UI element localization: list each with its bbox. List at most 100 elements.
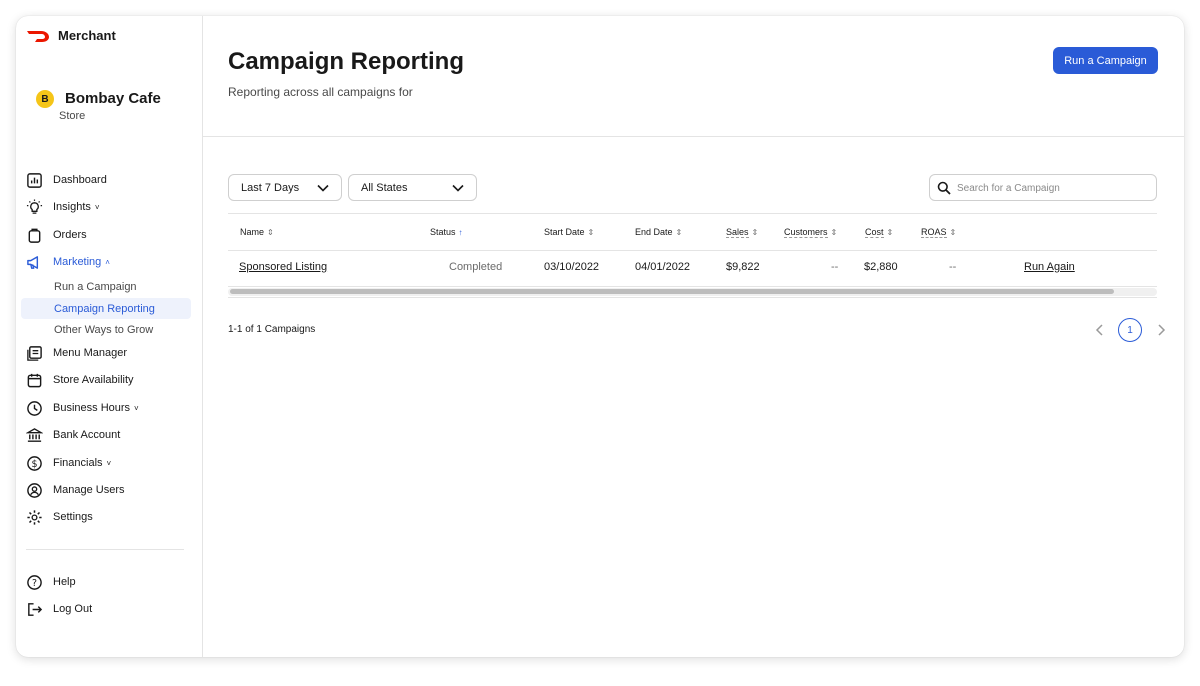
sidebar-item-label: Financials bbox=[53, 457, 103, 469]
sidebar-subitem-other-ways-to-grow[interactable]: Other Ways to Grow bbox=[21, 319, 191, 340]
dashboard-icon bbox=[27, 172, 42, 188]
state-select[interactable]: All States bbox=[348, 174, 477, 201]
column-header-status[interactable]: Status ↑ bbox=[430, 227, 463, 237]
sort-icon: ⇕ bbox=[949, 228, 957, 237]
header-divider bbox=[203, 136, 1184, 137]
column-header-cost[interactable]: Cost ⇕ bbox=[865, 227, 894, 238]
sort-icon: ⇕ bbox=[675, 228, 683, 237]
sidebar: Merchant B Bombay Cafe Store Dashboard I… bbox=[16, 16, 203, 657]
sort-ascending-icon: ↑ bbox=[458, 228, 463, 237]
bank-icon bbox=[26, 427, 43, 442]
chevron-down-icon: ˅ bbox=[134, 403, 139, 413]
lightbulb-icon bbox=[26, 198, 43, 214]
user-circle-icon bbox=[27, 482, 42, 498]
sidebar-item-label: Settings bbox=[53, 511, 93, 523]
sidebar-item-business-hours[interactable]: Business Hours ˅ bbox=[26, 397, 139, 419]
chevron-left-icon[interactable] bbox=[1093, 321, 1107, 339]
dollar-circle-icon: $ bbox=[27, 455, 42, 471]
run-a-campaign-button[interactable]: Run a Campaign bbox=[1053, 47, 1158, 74]
sidebar-item-label: Log Out bbox=[53, 603, 93, 615]
svg-text:$: $ bbox=[31, 458, 37, 469]
sidebar-item-label: Orders bbox=[53, 229, 87, 241]
campaign-customers: -- bbox=[831, 261, 839, 273]
doordash-logo-icon bbox=[27, 30, 49, 42]
horizontal-scrollbar[interactable] bbox=[228, 288, 1157, 296]
help-icon: ? bbox=[27, 574, 42, 590]
brand-name: Merchant bbox=[58, 28, 116, 43]
campaign-status: Completed bbox=[449, 261, 503, 273]
chevron-up-icon: ˄ bbox=[105, 257, 110, 267]
sidebar-item-settings[interactable]: Settings bbox=[26, 506, 93, 528]
sort-icon: ⇕ bbox=[751, 228, 759, 237]
campaign-start-date: 03/10/2022 bbox=[544, 261, 600, 273]
column-header-name[interactable]: Name ⇕ bbox=[240, 227, 274, 237]
sidebar-item-orders[interactable]: Orders bbox=[26, 224, 87, 246]
pagination-page-button[interactable]: 1 bbox=[1118, 318, 1142, 342]
sidebar-item-label: Manage Users bbox=[53, 484, 125, 496]
state-value: All States bbox=[361, 181, 408, 194]
menu-book-icon bbox=[27, 345, 42, 361]
calendar-icon bbox=[27, 373, 42, 387]
column-header-start-date[interactable]: Start Date ⇕ bbox=[544, 227, 594, 237]
sidebar-item-store-availability[interactable]: Store Availability bbox=[26, 369, 134, 391]
pagination-summary: 1-1 of 1 Campaigns bbox=[228, 324, 316, 335]
date-range-value: Last 7 Days bbox=[241, 181, 300, 194]
sort-icon: ⇕ bbox=[886, 228, 894, 237]
sidebar-subitem-campaign-reporting[interactable]: Campaign Reporting bbox=[21, 298, 191, 319]
campaign-cost: $2,880 bbox=[864, 261, 898, 273]
sidebar-divider bbox=[26, 549, 184, 550]
column-header-sales[interactable]: Sales ⇕ bbox=[726, 227, 759, 238]
column-header-roas[interactable]: ROAS ⇕ bbox=[921, 227, 957, 238]
sidebar-item-marketing[interactable]: Marketing ˄ bbox=[26, 251, 110, 273]
campaign-sales: $9,822 bbox=[726, 261, 760, 273]
search-input[interactable] bbox=[957, 179, 1147, 197]
sidebar-item-financials[interactable]: $ Financials ˅ bbox=[26, 452, 111, 474]
megaphone-icon bbox=[27, 255, 39, 269]
page-subtitle: Reporting across all campaigns for bbox=[228, 85, 413, 99]
campaign-name-link[interactable]: Sponsored Listing bbox=[239, 261, 327, 273]
sidebar-item-log-out[interactable]: Log Out bbox=[26, 598, 92, 620]
clock-icon bbox=[27, 400, 42, 416]
sidebar-item-help[interactable]: ? Help bbox=[26, 571, 76, 593]
orders-bag-icon bbox=[28, 228, 41, 243]
search-icon bbox=[937, 181, 951, 195]
sidebar-item-insights[interactable]: Insights ˅ bbox=[26, 196, 100, 218]
app-window: Merchant B Bombay Cafe Store Dashboard I… bbox=[16, 16, 1184, 657]
sidebar-item-label: Store Availability bbox=[53, 374, 134, 386]
sidebar-subitem-run-a-campaign[interactable]: Run a Campaign bbox=[21, 276, 191, 297]
campaign-search[interactable] bbox=[929, 174, 1157, 201]
sidebar-item-label: Menu Manager bbox=[53, 347, 127, 359]
table-border bbox=[228, 213, 1157, 214]
scrollbar-thumb[interactable] bbox=[230, 289, 1114, 294]
chevron-down-icon: ˅ bbox=[94, 202, 100, 212]
sidebar-item-label: Help bbox=[53, 576, 76, 588]
page-title: Campaign Reporting bbox=[228, 48, 465, 75]
header-row-border bbox=[228, 250, 1157, 251]
date-range-select[interactable]: Last 7 Days bbox=[228, 174, 342, 201]
brand[interactable]: Merchant bbox=[26, 28, 116, 43]
sidebar-item-dashboard[interactable]: Dashboard bbox=[26, 169, 107, 191]
sidebar-item-label: Business Hours bbox=[53, 402, 131, 414]
run-again-link[interactable]: Run Again bbox=[1024, 261, 1075, 273]
sidebar-item-bank-account[interactable]: Bank Account bbox=[26, 424, 120, 446]
chevron-right-icon[interactable] bbox=[1154, 321, 1168, 339]
sidebar-item-manage-users[interactable]: Manage Users bbox=[26, 479, 125, 501]
row-border bbox=[228, 286, 1157, 287]
store-type: Store bbox=[59, 110, 86, 122]
sort-icon: ⇕ bbox=[830, 228, 838, 237]
store-name: Bombay Cafe bbox=[65, 90, 161, 107]
store-avatar: B bbox=[36, 90, 54, 108]
sidebar-item-label: Insights bbox=[53, 201, 91, 213]
sidebar-item-label: Marketing bbox=[53, 256, 102, 268]
chevron-down-icon: ˅ bbox=[106, 458, 112, 468]
svg-text:?: ? bbox=[32, 577, 37, 588]
sort-icon: ⇕ bbox=[587, 228, 595, 237]
sidebar-item-label: Dashboard bbox=[53, 174, 107, 186]
column-header-end-date[interactable]: End Date ⇕ bbox=[635, 227, 682, 237]
table-bottom-border bbox=[228, 297, 1157, 298]
campaign-end-date: 04/01/2022 bbox=[635, 261, 691, 273]
sidebar-item-label: Bank Account bbox=[53, 429, 121, 441]
sidebar-item-menu-manager[interactable]: Menu Manager bbox=[26, 342, 127, 364]
sort-icon: ⇕ bbox=[267, 228, 274, 237]
column-header-customers[interactable]: Customers ⇕ bbox=[784, 227, 838, 238]
